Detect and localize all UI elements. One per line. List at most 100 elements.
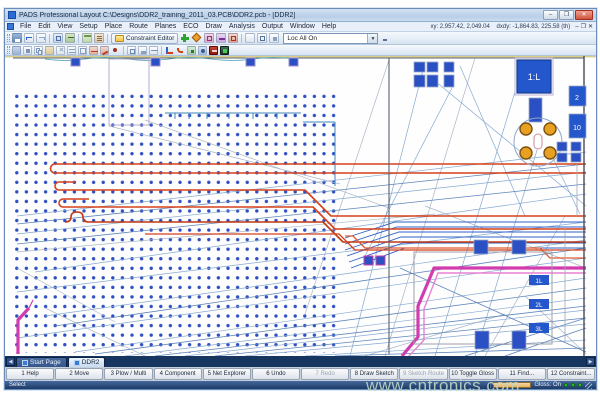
drc-led-2 [571,383,575,387]
tune-icon[interactable] [216,33,226,43]
menu-edit[interactable]: Edit [35,22,53,32]
start-page-tab-label: Start Page [30,359,61,366]
tab-scroll-left-icon[interactable]: ◀ [6,357,15,366]
main-toolbar: Constraint Editor Loc All On ▼ [5,32,596,45]
menu-view[interactable]: View [54,22,75,32]
highlight-diamond-icon[interactable] [192,33,202,43]
menu-bar: File Edit View Setup Place Route Planes … [5,22,596,32]
ref-1l-label: 1L [535,278,543,285]
component-u-big-label: 1:L [528,72,541,82]
save-icon[interactable] [12,33,22,43]
zoom-window-icon[interactable] [245,33,255,43]
window-title: PADS Professional Layout C:\Designs\DDR2… [19,12,540,19]
component-explorer-icon[interactable] [138,46,147,55]
stop-icon[interactable] [209,46,218,55]
fkey-5-net-explorer[interactable]: 5 Net Explorer [203,368,251,380]
ddr2-tab-label: DDR2 [82,359,100,366]
zoom-fit-icon[interactable] [257,33,267,43]
via-icon[interactable] [111,46,120,55]
menu-place[interactable]: Place [102,22,126,32]
toolbar2-grip[interactable] [7,46,10,54]
fkey-6-undo[interactable]: 6 Undo [252,368,300,380]
page: www.cntronics.com PADS Professional Layo… [0,0,600,404]
menu-eco[interactable]: ECO [180,22,201,32]
select-mode-icon[interactable] [12,46,21,55]
mdi-close-icon[interactable]: ✕ [588,23,593,31]
ref-2l-label: 2L [535,302,543,309]
undo-icon[interactable] [24,33,34,43]
minimize-button[interactable]: – [543,10,558,20]
sketch-router-icon[interactable] [165,46,174,55]
hug-trace-icon[interactable] [176,46,185,55]
app-window: PADS Professional Layout C:\Designs\DDR2… [4,8,597,390]
layers-icon[interactable] [65,33,75,43]
menu-route[interactable]: Route [126,22,151,32]
menu-window[interactable]: Window [287,22,318,32]
teardrop-icon[interactable] [187,46,196,55]
tab-ddr2[interactable]: DDR2 [68,357,106,367]
copy-icon[interactable] [34,46,43,55]
net-explorer-icon[interactable] [127,46,136,55]
move-mode-icon[interactable] [23,46,32,55]
secondary-toolbar [5,45,596,56]
fkey-3-plow[interactable]: 3 Plow / Multi [104,368,152,380]
menu-analysis[interactable]: Analysis [226,22,258,32]
menu-file[interactable]: File [17,22,34,32]
report-icon[interactable] [94,33,104,43]
board-outline-top [5,56,596,57]
redo-icon[interactable] [36,33,46,43]
toolbar-overflow-icon[interactable] [380,33,390,43]
watermark: www.cntronics.com [366,376,520,396]
coordinate-readout: xy: 2,957.42, 2,049.04 dxdy: -1,864.83, … [430,24,570,30]
menu-setup[interactable]: Setup [76,22,100,32]
constraint-editor-label: Constraint Editor [126,35,174,42]
mdi-restore-icon[interactable]: ❐ [581,23,586,31]
fkey-12-constraint[interactable]: 12 Constraint... [547,368,595,380]
measure-icon[interactable] [149,46,158,55]
resize-grip[interactable] [585,382,592,389]
menu-output[interactable]: Output [259,22,286,32]
app-icon [8,11,16,19]
menu-help[interactable]: Help [319,22,339,32]
document-icon [7,23,14,30]
fkey-7-redo: 7 Redo [301,368,349,380]
net-view-icon[interactable] [204,33,214,43]
pcb-canvas[interactable]: 1:L 2 10 [5,56,596,356]
drc-icon[interactable] [228,33,238,43]
fkey-2-move[interactable]: 2 Move [55,368,103,380]
document-tab-bar: ◀ Start Page DDR2 ▶ [5,356,596,367]
tab-scroll-right-icon[interactable]: ▶ [586,357,595,366]
drc-led-1 [564,383,568,387]
display-control-icon[interactable] [53,33,63,43]
constraint-editor-button[interactable]: Constraint Editor [111,33,178,44]
start-page-tab-icon [22,360,28,366]
route-mode-icon[interactable] [89,46,98,55]
toolbar-grip[interactable] [7,34,10,42]
gloss-icon[interactable] [198,46,207,55]
delete-icon[interactable] [56,46,65,55]
pcb-drawing[interactable]: 1:L 2 10 [5,56,596,356]
pan-icon[interactable] [269,33,279,43]
gloss-status: Gloss: On [534,382,561,388]
menu-planes[interactable]: Planes [152,22,179,32]
display-scheme-value: Loc All On [284,35,367,42]
online-drc-icon[interactable] [220,46,229,55]
folder-icon [115,35,124,42]
restore-button[interactable]: ❐ [559,10,574,20]
ref-3l-label: 3L [535,326,543,333]
tab-start-page[interactable]: Start Page [16,357,67,367]
title-bar: PADS Professional Layout C:\Designs\DDR2… [5,9,596,22]
add-green-icon[interactable] [180,33,190,43]
display-scheme-combobox[interactable]: Loc All On ▼ [283,33,378,44]
mdi-minimize-icon[interactable]: – [575,23,578,31]
align-icon[interactable] [67,46,76,55]
group-icon[interactable] [78,46,87,55]
fkey-4-component[interactable]: 4 Component [154,368,202,380]
plow-icon[interactable] [100,46,109,55]
chevron-down-icon[interactable]: ▼ [367,34,377,43]
menu-draw[interactable]: Draw [202,22,224,32]
close-button[interactable]: ✕ [575,10,593,20]
fkey-1-help[interactable]: 1 Help [6,368,54,380]
editor-window-icon[interactable] [82,33,92,43]
paste-icon[interactable] [45,46,54,55]
